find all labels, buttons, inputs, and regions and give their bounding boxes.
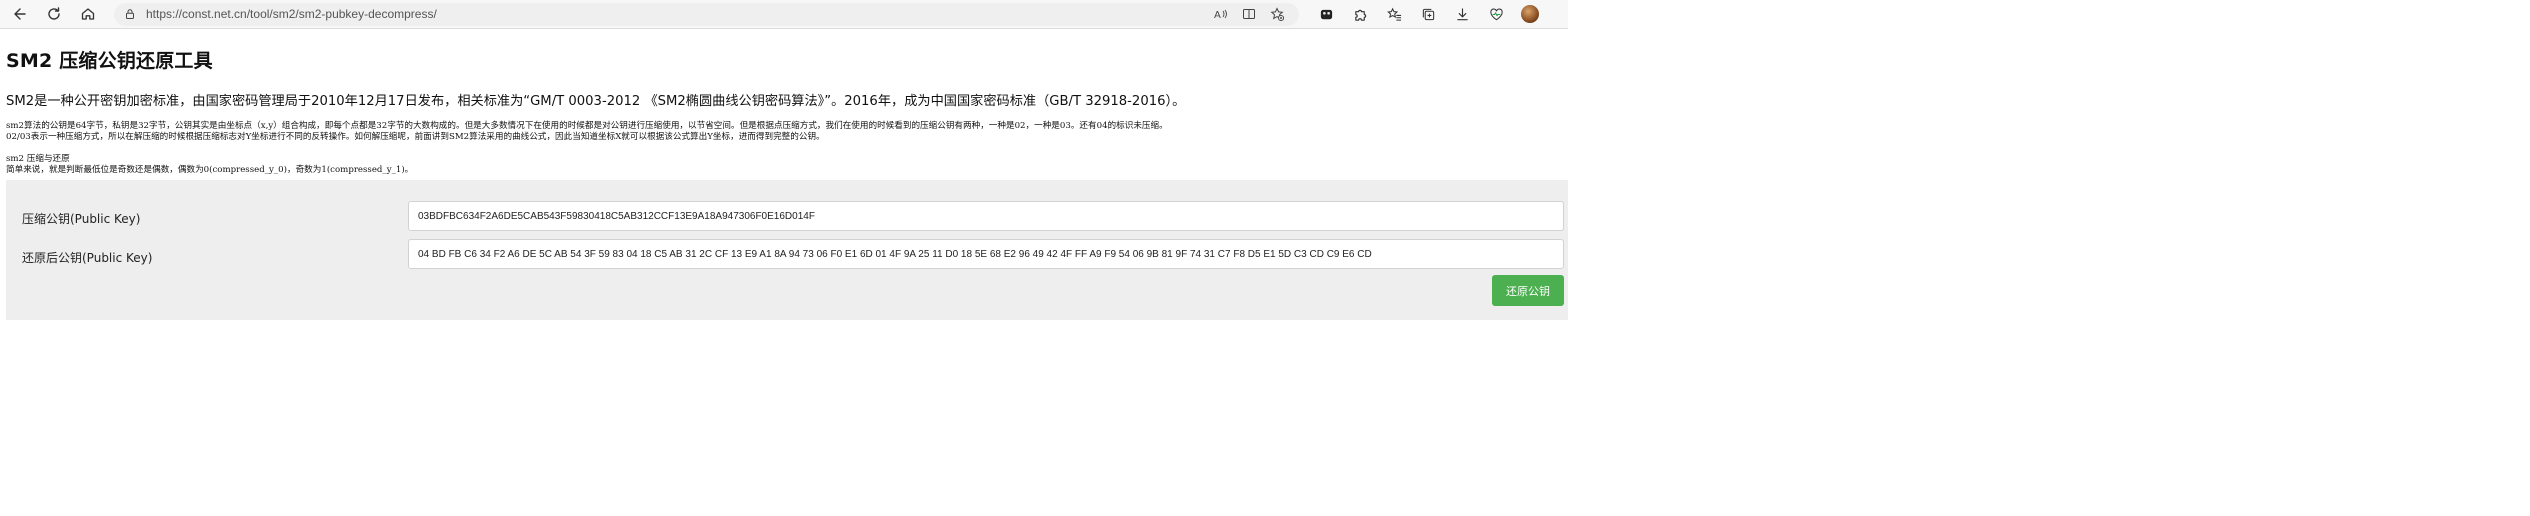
back-arrow-icon bbox=[14, 8, 26, 20]
compression-note: sm2 压缩与还原 简单来说，就是判断最低位是奇数还是偶数，偶数为0(compr… bbox=[6, 154, 1562, 175]
compressed-key-label: 压缩公钥(Public Key) bbox=[22, 212, 141, 226]
restored-key-label: 还原后公钥(Public Key) bbox=[22, 251, 153, 265]
download-icon[interactable] bbox=[1445, 2, 1479, 26]
back-button[interactable] bbox=[6, 2, 34, 26]
address-bar[interactable]: https://const.net.cn/tool/sm2/sm2-pubkey… bbox=[114, 2, 1299, 26]
description-line-2: 02/03表示一种压缩方式，所以在解压缩的时候根据压缩标志对Y坐标进行不同的反转… bbox=[6, 131, 825, 142]
url-text[interactable]: https://const.net.cn/tool/sm2/sm2-pubkey… bbox=[146, 7, 1207, 21]
heart-pulse-icon[interactable] bbox=[1479, 2, 1513, 26]
add-favorite-icon[interactable] bbox=[1263, 7, 1291, 21]
browser-toolbar: https://const.net.cn/tool/sm2/sm2-pubkey… bbox=[0, 0, 1568, 29]
lock-icon[interactable] bbox=[124, 8, 136, 20]
refresh-icon bbox=[48, 7, 60, 20]
read-aloud-icon[interactable]: A bbox=[1207, 7, 1235, 21]
page-content: SM2 压缩公钥还原工具 SM2是一种公开密钥加密标准，由国家密码管理局于201… bbox=[0, 46, 1568, 175]
extensions-icon[interactable] bbox=[1309, 2, 1343, 26]
refresh-button[interactable] bbox=[40, 2, 68, 26]
compressed-key-input[interactable]: 03BDFBC634F2A6DE5CAB543F59830418C5AB312C… bbox=[408, 201, 1564, 231]
puzzle-icon[interactable] bbox=[1343, 2, 1377, 26]
page-title: SM2 压缩公钥还原工具 bbox=[6, 50, 213, 72]
description-paragraph: sm2算法的公钥是64字节，私钥是32字节，公钥其实是由坐标点（x,y）组合构成… bbox=[6, 121, 1562, 142]
split-screen-icon[interactable] bbox=[1235, 7, 1263, 21]
avatar[interactable] bbox=[1521, 5, 1539, 23]
restore-public-key-button[interactable]: 还原公钥 bbox=[1492, 275, 1564, 306]
description-line-1: sm2算法的公钥是64字节，私钥是32字节，公钥其实是由坐标点（x,y）组合构成… bbox=[6, 121, 1168, 131]
favorites-icon[interactable] bbox=[1377, 2, 1411, 26]
svg-text:A: A bbox=[1214, 10, 1221, 21]
form-panel: 压缩公钥(Public Key) 03BDFBC634F2A6DE5CAB543… bbox=[6, 180, 1568, 320]
compression-note-text: 简单来说，就是判断最低位是奇数还是偶数，偶数为0(compressed_y_0)… bbox=[6, 164, 414, 175]
intro-paragraph: SM2是一种公开密钥加密标准，由国家密码管理局于2010年12月17日发布，相关… bbox=[6, 94, 1186, 109]
compression-note-heading: sm2 压缩与还原 bbox=[6, 154, 70, 164]
collections-icon[interactable] bbox=[1411, 2, 1445, 26]
home-button[interactable] bbox=[74, 2, 102, 26]
home-icon bbox=[81, 8, 95, 20]
restored-key-output[interactable]: 04 BD FB C6 34 F2 A6 DE 5C AB 54 3F 59 8… bbox=[408, 239, 1564, 269]
